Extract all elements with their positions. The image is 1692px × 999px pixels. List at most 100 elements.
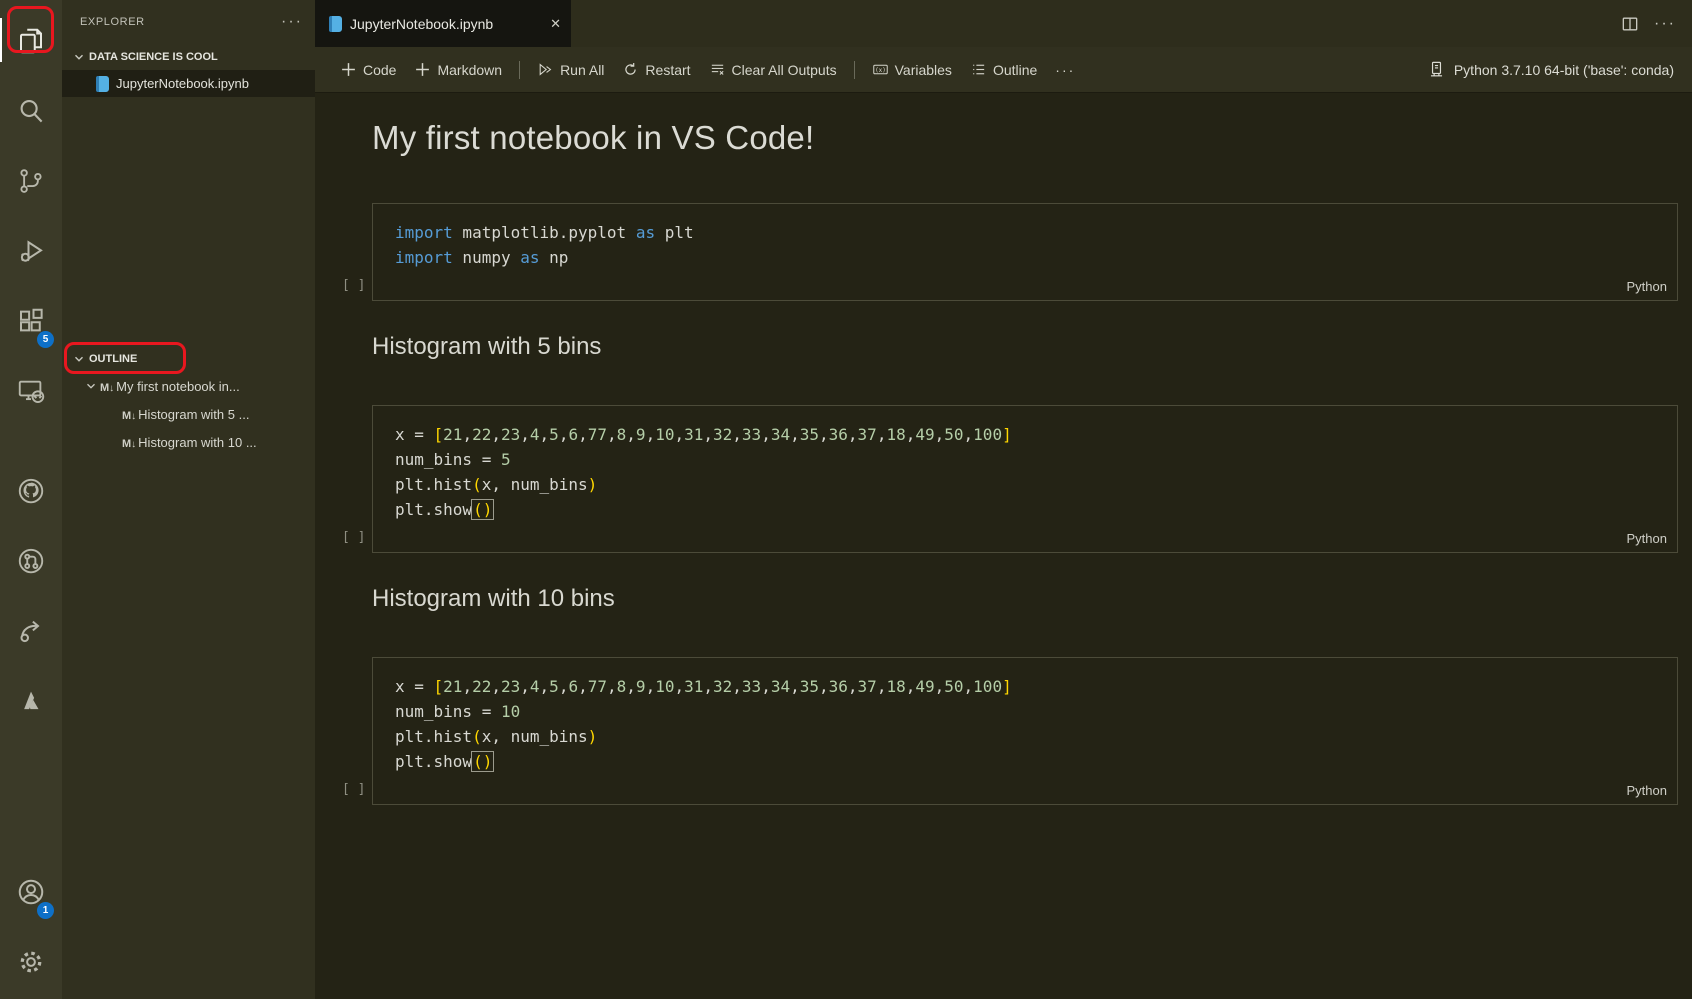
toolbar-markdown-button[interactable]: Markdown bbox=[405, 55, 511, 85]
activity-item-explorer[interactable] bbox=[0, 8, 62, 78]
notebook-body: My first notebook in VS Code![ ]import m… bbox=[315, 93, 1692, 999]
add-icon bbox=[414, 61, 431, 78]
remote-explorer-icon bbox=[16, 376, 46, 411]
toolbar-button-label: Code bbox=[363, 62, 396, 78]
activity-item-github[interactable] bbox=[0, 458, 62, 528]
vscode-window: 51 EXPLORER ··· DATA SCIENCE IS COOL Jup… bbox=[0, 0, 1692, 999]
add-icon bbox=[340, 61, 357, 78]
toolbar-button-label: Variables bbox=[895, 62, 952, 78]
outline-section: OUTLINE M↓My first notebook in...M↓Histo… bbox=[62, 346, 315, 456]
extensions-badge: 5 bbox=[37, 331, 54, 348]
outline-title: OUTLINE bbox=[89, 353, 137, 365]
kernel-picker[interactable]: Python 3.7.10 64-bit ('base': conda) bbox=[1427, 60, 1674, 79]
code-editor[interactable]: x = [21,22,23,4,5,6,77,8,9,10,31,32,33,3… bbox=[373, 658, 1677, 776]
notebook-toolbar: Code Markdown Run All Restart Clear All Outp… bbox=[315, 47, 1692, 93]
outline-section-header[interactable]: OUTLINE bbox=[62, 346, 315, 372]
more-actions-icon[interactable]: ··· bbox=[1654, 15, 1676, 33]
outline-item-label: My first notebook in... bbox=[116, 379, 240, 394]
activity-item-source-control[interactable] bbox=[0, 148, 62, 218]
run-all-icon bbox=[537, 61, 554, 78]
toolbar-code-button[interactable]: Code bbox=[331, 55, 405, 85]
toolbar-clear-all-outputs-button[interactable]: Clear All Outputs bbox=[700, 55, 846, 85]
explorer-icon bbox=[16, 26, 46, 61]
activity-item-remote-explorer[interactable] bbox=[0, 358, 62, 428]
code-cell: [ ]x = [21,22,23,4,5,6,77,8,9,10,31,32,3… bbox=[372, 657, 1678, 805]
explorer-more-icon[interactable]: ··· bbox=[281, 13, 303, 31]
chevron-down-icon bbox=[72, 352, 86, 366]
activity-item-extensions[interactable]: 5 bbox=[0, 288, 62, 358]
markdown-cell-heading[interactable]: Histogram with 10 bins bbox=[372, 585, 1678, 613]
accounts-badge: 1 bbox=[37, 902, 54, 919]
cell-language-picker[interactable]: Python bbox=[1627, 279, 1667, 294]
activity-item-live-share[interactable] bbox=[0, 598, 62, 668]
activity-item-run-and-debug[interactable] bbox=[0, 218, 62, 288]
toolbar-run-all-button[interactable]: Run All bbox=[528, 55, 613, 85]
editor-actions: ··· bbox=[1620, 0, 1692, 47]
code-editor[interactable]: import matplotlib.pyplot as pltimport nu… bbox=[373, 204, 1677, 272]
outline-item[interactable]: M↓Histogram with 5 ... bbox=[62, 400, 315, 428]
code-line: x = [21,22,23,4,5,6,77,8,9,10,31,32,33,3… bbox=[395, 674, 1667, 699]
source-control-icon bbox=[16, 166, 46, 201]
code-line: plt.show() bbox=[395, 497, 1667, 522]
outline-icon bbox=[970, 61, 987, 78]
toolbar-···-button[interactable]: ··· bbox=[1046, 55, 1084, 85]
execution-count: [ ] bbox=[342, 530, 365, 545]
code-cell: [ ]x = [21,22,23,4,5,6,77,8,9,10,31,32,3… bbox=[372, 405, 1678, 553]
toolbar-restart-button[interactable]: Restart bbox=[613, 55, 699, 85]
tab-bar: JupyterNotebook.ipynb ✕ ··· bbox=[315, 0, 1692, 47]
settings-icon bbox=[16, 947, 46, 982]
toolbar-button-label: Clear All Outputs bbox=[732, 62, 837, 78]
toolbar-button-label: Outline bbox=[993, 62, 1037, 78]
more-icon: ··· bbox=[1055, 62, 1075, 78]
outline-item-label: Histogram with 5 ... bbox=[138, 407, 249, 422]
github-icon bbox=[16, 476, 46, 511]
toolbar-variables-button[interactable]: (x) Variables bbox=[863, 55, 961, 85]
code-cell: [ ]import matplotlib.pyplot as pltimport… bbox=[372, 203, 1678, 301]
cell-language-picker[interactable]: Python bbox=[1627, 531, 1667, 546]
outline-item[interactable]: M↓Histogram with 10 ... bbox=[62, 428, 315, 456]
activity-bar: 51 bbox=[0, 0, 62, 999]
toolbar-divider bbox=[519, 61, 520, 79]
pull-requests-icon bbox=[16, 546, 46, 581]
sidebar-header: EXPLORER ··· bbox=[62, 0, 315, 44]
toolbar-divider bbox=[854, 61, 855, 79]
activity-item-accounts[interactable]: 1 bbox=[0, 859, 62, 929]
execution-count: [ ] bbox=[342, 782, 365, 797]
restart-icon bbox=[622, 61, 639, 78]
folder-section-header[interactable]: DATA SCIENCE IS COOL bbox=[62, 44, 315, 70]
cell-status-bar: Python bbox=[373, 524, 1677, 552]
variables-icon: (x) bbox=[872, 61, 889, 78]
execution-count: [ ] bbox=[342, 278, 365, 293]
markdown-cell-heading[interactable]: My first notebook in VS Code! bbox=[372, 119, 1678, 157]
activity-item-pull-requests[interactable] bbox=[0, 528, 62, 598]
explorer-title: EXPLORER bbox=[80, 16, 145, 28]
markdown-symbol-icon: M↓ bbox=[100, 379, 114, 394]
search-icon bbox=[16, 96, 46, 131]
outline-item[interactable]: M↓My first notebook in... bbox=[62, 372, 315, 400]
notebook-file-icon bbox=[329, 16, 342, 32]
svg-text:(x): (x) bbox=[875, 67, 886, 74]
file-name: JupyterNotebook.ipynb bbox=[116, 76, 249, 91]
file-row-notebook[interactable]: JupyterNotebook.ipynb bbox=[62, 70, 315, 97]
toolbar-buttons: Code Markdown Run All Restart Clear All Outp… bbox=[331, 55, 1084, 85]
activity-item-azure[interactable] bbox=[0, 668, 62, 738]
cell-language-picker[interactable]: Python bbox=[1627, 783, 1667, 798]
folder-name: DATA SCIENCE IS COOL bbox=[89, 51, 218, 63]
toolbar-outline-button[interactable]: Outline bbox=[961, 55, 1046, 85]
tab-close-icon[interactable]: ✕ bbox=[550, 16, 561, 32]
editor-area: JupyterNotebook.ipynb ✕ ··· Code Markdown… bbox=[315, 0, 1692, 999]
azure-icon bbox=[16, 686, 46, 721]
clear-all-icon bbox=[709, 61, 726, 78]
markdown-symbol-icon: M↓ bbox=[122, 435, 136, 450]
split-editor-icon[interactable] bbox=[1620, 14, 1640, 34]
chevron-down-icon bbox=[72, 50, 86, 64]
code-line: plt.hist(x, num_bins) bbox=[395, 724, 1667, 749]
code-line: x = [21,22,23,4,5,6,77,8,9,10,31,32,33,3… bbox=[395, 422, 1667, 447]
tab-jupyternotebook[interactable]: JupyterNotebook.ipynb ✕ bbox=[315, 0, 571, 47]
markdown-cell-heading[interactable]: Histogram with 5 bins bbox=[372, 333, 1678, 361]
code-editor[interactable]: x = [21,22,23,4,5,6,77,8,9,10,31,32,33,3… bbox=[373, 406, 1677, 524]
activity-item-settings[interactable] bbox=[0, 929, 62, 999]
activity-item-search[interactable] bbox=[0, 78, 62, 148]
toolbar-button-label: Run All bbox=[560, 62, 604, 78]
cell-status-bar: Python bbox=[373, 272, 1677, 300]
